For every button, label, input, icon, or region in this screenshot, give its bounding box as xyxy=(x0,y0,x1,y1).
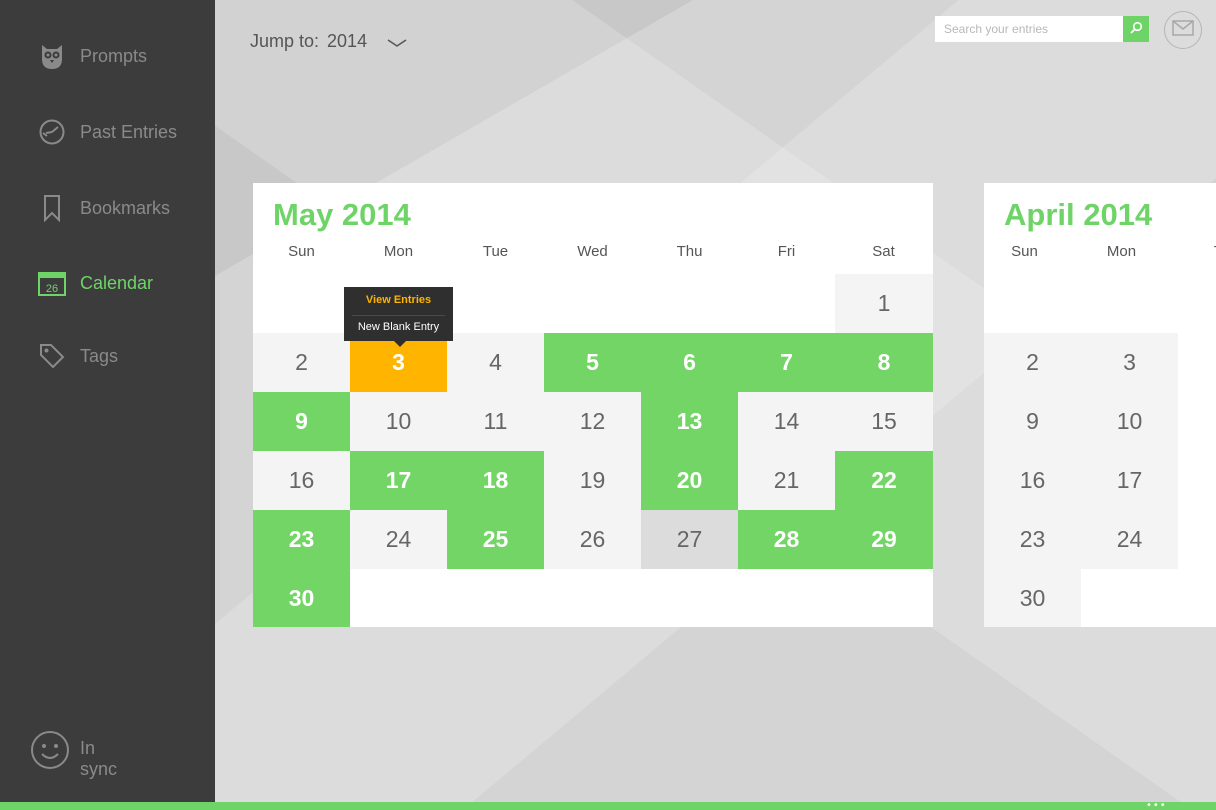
day-cell[interactable]: 30 xyxy=(984,569,1081,627)
month-title: May 2014 xyxy=(273,197,411,232)
day-cell[interactable]: 4 xyxy=(447,333,544,392)
app-bar-strip xyxy=(0,802,1216,810)
day-cell[interactable]: 21 xyxy=(738,451,835,510)
chevron-down-icon xyxy=(387,32,407,53)
day-cell[interactable]: 16 xyxy=(984,451,1081,510)
day-cell[interactable]: 8 xyxy=(835,333,933,392)
smiley-icon xyxy=(30,730,70,774)
weekday-label: Mon xyxy=(383,243,414,260)
weekday-label: Tue xyxy=(482,243,509,260)
sidebar-item-past-entries[interactable]: Past Entries xyxy=(0,104,215,160)
day-cell[interactable]: 19 xyxy=(544,451,641,510)
month-title: April 2014 xyxy=(1004,197,1153,232)
day-cell[interactable]: 1 xyxy=(835,274,933,333)
menu-arrow xyxy=(394,341,406,347)
day-cell[interactable]: 24 xyxy=(350,510,447,569)
view-entries-menu-item[interactable]: View Entries xyxy=(344,294,453,306)
day-cell[interactable]: 2 xyxy=(253,333,350,392)
jump-to-year-dropdown[interactable]: Jump to: 2014 xyxy=(250,28,407,54)
sync-label: In sync xyxy=(80,738,118,779)
day-cell[interactable]: 27 xyxy=(641,510,738,569)
day-cell[interactable]: 24 xyxy=(1081,510,1178,569)
sidebar: Prompts Past Entries Bookmarks 26 Calend… xyxy=(0,0,215,802)
calendar-may: May 2014 Sun Mon Tue Wed Thu Fri Sat 123… xyxy=(253,183,933,627)
jump-year: 2014 xyxy=(327,30,368,51)
day-cell[interactable]: 22 xyxy=(835,451,933,510)
more-options-button[interactable]: ••• xyxy=(1146,801,1167,810)
sidebar-item-tags[interactable]: Tags xyxy=(0,328,215,384)
owl-icon xyxy=(38,42,66,70)
day-cell[interactable]: 30 xyxy=(253,569,350,627)
day-cell[interactable]: 10 xyxy=(1081,392,1178,451)
weekday-label: Wed xyxy=(577,243,608,260)
day-cell[interactable]: 5 xyxy=(544,333,641,392)
day-cell[interactable]: 9 xyxy=(984,392,1081,451)
sidebar-item-prompts[interactable]: Prompts xyxy=(0,28,215,84)
weekday-label: Sun xyxy=(1011,243,1038,260)
day-cell[interactable]: 29 xyxy=(835,510,933,569)
day-cell[interactable]: 25 xyxy=(447,510,544,569)
sidebar-item-bookmarks[interactable]: Bookmarks xyxy=(0,180,215,236)
calendar-april: April 2014 Sun Mon T 239101617232430 xyxy=(984,183,1216,627)
search-input[interactable] xyxy=(935,16,1123,42)
weekday-label: Thu xyxy=(676,243,703,260)
sidebar-item-label: Bookmarks xyxy=(80,197,171,218)
day-cell[interactable]: 13 xyxy=(641,392,738,451)
mail-button[interactable] xyxy=(1164,11,1202,49)
weekday-label: T xyxy=(1170,243,1216,260)
day-cell[interactable]: 14 xyxy=(738,392,835,451)
day-cell[interactable]: 26 xyxy=(544,510,641,569)
day-cell[interactable]: 7 xyxy=(738,333,835,392)
search-box xyxy=(935,16,1149,42)
search-button[interactable] xyxy=(1123,16,1149,42)
weekday-label: Mon xyxy=(1106,243,1137,260)
weekday-label: Sat xyxy=(872,243,895,260)
day-context-menu: View Entries New Blank Entry xyxy=(344,287,453,347)
day-cell[interactable]: 15 xyxy=(835,392,933,451)
jump-label: Jump to: xyxy=(250,30,320,51)
day-cell[interactable]: 6 xyxy=(641,333,738,392)
day-cell[interactable]: 17 xyxy=(350,451,447,510)
sidebar-item-label: Past Entries xyxy=(80,121,178,142)
day-cell[interactable]: 20 xyxy=(641,451,738,510)
day-cell[interactable]: 11 xyxy=(447,392,544,451)
weekday-label: Sun xyxy=(288,243,315,260)
day-cell[interactable]: 18 xyxy=(447,451,544,510)
tag-icon xyxy=(38,342,66,370)
search-icon xyxy=(1129,20,1143,39)
sidebar-item-label: Tags xyxy=(80,345,119,366)
day-cell[interactable]: 2 xyxy=(984,333,1081,392)
day-cell[interactable]: 3 xyxy=(1081,333,1178,392)
day-cell[interactable]: 23 xyxy=(984,510,1081,569)
mail-icon xyxy=(1172,20,1194,40)
day-cell[interactable]: 10 xyxy=(350,392,447,451)
calendar-icon-text: 26 xyxy=(46,283,58,295)
day-cell[interactable]: 12 xyxy=(544,392,641,451)
calendar-icon: 26 xyxy=(38,269,66,297)
weekday-label: Fri xyxy=(777,243,796,260)
clock-icon xyxy=(38,118,66,146)
day-cell[interactable]: 17 xyxy=(1081,451,1178,510)
menu-divider xyxy=(352,315,445,316)
day-cell[interactable]: 16 xyxy=(253,451,350,510)
new-blank-entry-menu-item[interactable]: New Blank Entry xyxy=(344,321,453,333)
sidebar-item-label: Calendar xyxy=(80,272,154,293)
sidebar-item-label: Prompts xyxy=(80,45,148,66)
sidebar-item-calendar[interactable]: 26 Calendar xyxy=(0,255,215,311)
day-cell[interactable]: 28 xyxy=(738,510,835,569)
bookmark-icon xyxy=(38,194,66,222)
day-cell[interactable]: 9 xyxy=(253,392,350,451)
day-cell[interactable]: 23 xyxy=(253,510,350,569)
